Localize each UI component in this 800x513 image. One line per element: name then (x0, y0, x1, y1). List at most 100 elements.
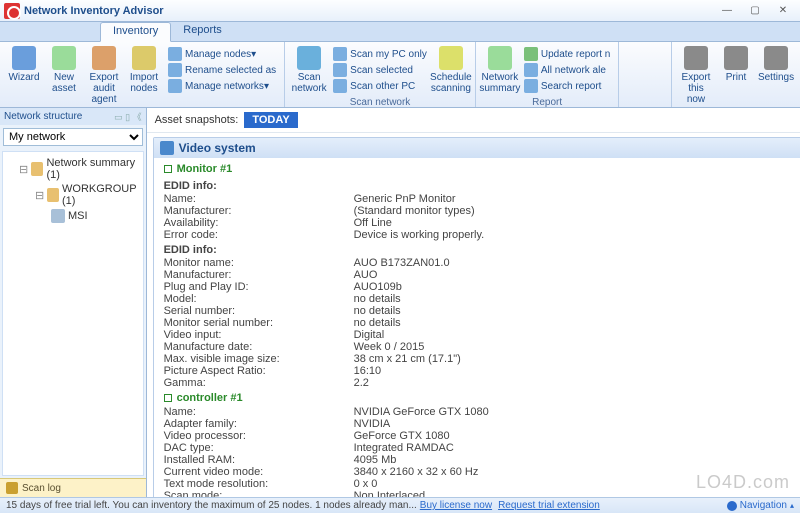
snapshot-label: Asset snapshots: (155, 114, 239, 126)
detail-row: Error code:Device is working properly. (164, 229, 800, 241)
import-nodes-button[interactable]: Import nodes (124, 44, 164, 107)
detail-row: Scan mode:Non Interlaced (164, 490, 800, 497)
center-pane: Asset snapshots: TODAY ...see all ▸ Vide… (147, 108, 800, 497)
status-text: 15 days of free trial left. You can inve… (6, 500, 417, 511)
tab-reports[interactable]: Reports (171, 22, 234, 41)
all-network-button[interactable]: All network ale (522, 62, 613, 78)
ribbon-group-scan: Scan network Scan my PC only Scan select… (285, 42, 476, 107)
detail-key: Model: (164, 293, 354, 305)
search-icon (524, 79, 538, 93)
detail-key: Picture Aspect Ratio: (164, 365, 354, 377)
maximize-button[interactable]: ▢ (742, 3, 768, 19)
nav-icon (727, 501, 737, 511)
network-summary-button[interactable]: Network summary (480, 44, 520, 96)
detail-key: Monitor serial number: (164, 317, 354, 329)
detail-row: Video processor:GeForce GTX 1080 (164, 430, 800, 442)
detail-row: Model:no details (164, 293, 800, 305)
network-select[interactable]: My network (3, 128, 143, 146)
buy-license-link[interactable]: Buy license now (420, 500, 492, 511)
group-header: EDID info: (164, 241, 800, 257)
detail-key: Manufacturer: (164, 269, 354, 281)
schedule-scanning-button[interactable]: Schedule scanning (431, 44, 471, 96)
tree-node-summary[interactable]: ⊟Network summary (1) (7, 156, 139, 182)
rename-selected-button[interactable]: Rename selected as (166, 62, 278, 78)
manage-nodes-button[interactable]: Manage nodes ▾ (166, 46, 278, 62)
snapshot-bar: Asset snapshots: TODAY ...see all ▸ (147, 108, 800, 133)
print-button[interactable]: Print (716, 44, 756, 107)
navigation-button[interactable]: Navigation▴ (727, 500, 794, 511)
print-icon (724, 46, 748, 70)
detail-value: GeForce GTX 1080 (354, 430, 800, 442)
export-agent-button[interactable]: Export audit agent (84, 44, 124, 107)
detail-row: DAC type:Integrated RAMDAC (164, 442, 800, 454)
detail-value: NVIDIA (354, 418, 800, 430)
detail-key: Availability: (164, 217, 354, 229)
detail-row: Text mode resolution:0 x 0 (164, 478, 800, 490)
tree-node-workgroup[interactable]: ⊟WORKGROUP (1) (7, 182, 139, 208)
detail-row: Manufacturer:(Standard monitor types) (164, 205, 800, 217)
scan-selected-icon (333, 63, 347, 77)
ribbon-group-options: Export this now Print Settings Options (671, 42, 800, 107)
detail-row: Monitor serial number:no details (164, 317, 800, 329)
export-now-button[interactable]: Export this now (676, 44, 716, 107)
window-title: Network Inventory Advisor (24, 5, 164, 17)
close-button[interactable]: ✕ (770, 3, 796, 19)
detail-key: Adapter family: (164, 418, 354, 430)
detail-row: Installed RAM:4095 Mb (164, 454, 800, 466)
left-pane: Network structure ▭ ▯ 《 My network ⊟Netw… (0, 108, 147, 497)
tree-node-msi[interactable]: MSI (7, 208, 139, 224)
detail-row: Availability:Off Line (164, 217, 800, 229)
scan-network-icon (297, 46, 321, 70)
detail-key: Name: (164, 193, 354, 205)
detail-row: Picture Aspect Ratio:16:10 (164, 365, 800, 377)
all-network-icon (524, 63, 538, 77)
scan-log-button[interactable]: Scan log (0, 478, 146, 497)
snapshot-today[interactable]: TODAY (244, 112, 297, 128)
tab-inventory[interactable]: Inventory (100, 22, 171, 42)
detail-key: Video processor: (164, 430, 354, 442)
settings-icon (764, 46, 788, 70)
detail-key: Text mode resolution: (164, 478, 354, 490)
detail-row: Video input:Digital (164, 329, 800, 341)
detail-value: 0 x 0 (354, 478, 800, 490)
titlebar: Network Inventory Advisor — ▢ ✕ (0, 0, 800, 22)
detail-key: Gamma: (164, 377, 354, 389)
network-structure-label: Network structure (4, 111, 82, 122)
detail-key: Installed RAM: (164, 454, 354, 466)
request-extension-link[interactable]: Request trial extension (498, 500, 600, 511)
detail-value: 2.2 (354, 377, 800, 389)
detail-row: Serial number:no details (164, 305, 800, 317)
detail-key: Max. visible image size: (164, 353, 354, 365)
detail-key: Serial number: (164, 305, 354, 317)
folder-icon (47, 188, 59, 202)
ribbon-group-report: Network summary Update report n All netw… (476, 42, 620, 107)
scan-network-button[interactable]: Scan network (289, 44, 329, 96)
computer-icon (51, 209, 65, 223)
scan-my-pc-button[interactable]: Scan my PC only (331, 46, 429, 62)
ribbon-tabs: Inventory Reports (0, 22, 800, 42)
detail-key: Scan mode: (164, 490, 354, 497)
manage-networks-button[interactable]: Manage networks ▾ (166, 78, 278, 94)
scan-selected-button[interactable]: Scan selected (331, 62, 429, 78)
ribbon-group-manage: Wizard New asset Export audit agent Impo… (0, 42, 285, 107)
scan-pc-icon (333, 47, 347, 61)
detail-key: Monitor name: (164, 257, 354, 269)
minimize-button[interactable]: — (714, 3, 740, 19)
collapse-icon[interactable]: ▭ ▯ 《 (114, 110, 141, 123)
rename-icon (168, 63, 182, 77)
export-icon (684, 46, 708, 70)
detail-row: Name:NVIDIA GeForce GTX 1080 (164, 406, 800, 418)
detail-row: Plug and Play ID:AUO109b (164, 281, 800, 293)
detail-value: Week 0 / 2015 (354, 341, 800, 353)
detail-value: Integrated RAMDAC (354, 442, 800, 454)
settings-button[interactable]: Settings (756, 44, 796, 107)
scan-other-pc-button[interactable]: Scan other PC (331, 78, 429, 94)
scanlog-icon (6, 482, 18, 494)
wizard-button[interactable]: Wizard (4, 44, 44, 107)
section-title: Video system (154, 138, 800, 158)
detail-value: 38 cm x 21 cm (17.1") (354, 353, 800, 365)
search-report-button[interactable]: Search report (522, 78, 613, 94)
new-asset-button[interactable]: New asset (44, 44, 84, 107)
update-report-button[interactable]: Update report n (522, 46, 613, 62)
network-tree[interactable]: ⊟Network summary (1) ⊟WORKGROUP (1) MSI (2, 151, 144, 476)
